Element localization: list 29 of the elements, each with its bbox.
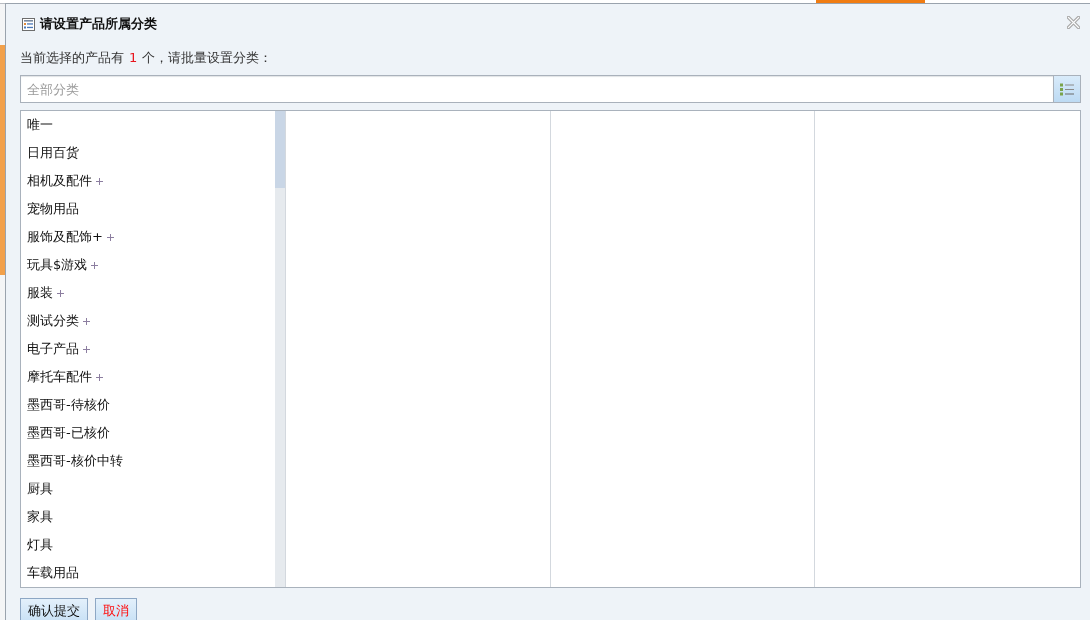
category-item[interactable]: 墨西哥-已核价 bbox=[21, 419, 275, 447]
category-item[interactable]: 灯具 bbox=[21, 531, 275, 559]
close-icon[interactable] bbox=[1067, 16, 1080, 29]
category-item[interactable]: 唯一 bbox=[21, 111, 275, 139]
category-item[interactable]: 玩具$游戏 bbox=[21, 251, 275, 279]
category-item[interactable]: 宠物用品 bbox=[21, 195, 275, 223]
category-item[interactable]: 测试分类 bbox=[21, 307, 275, 335]
submit-button[interactable]: 确认提交 bbox=[20, 598, 88, 620]
category-list-button[interactable] bbox=[1053, 75, 1081, 103]
selected-count: 1 bbox=[129, 50, 138, 66]
dialog-title: 请设置产品所属分类 bbox=[40, 15, 157, 33]
scrollbar[interactable] bbox=[274, 111, 285, 587]
category-item[interactable]: 服饰及配饰+ bbox=[21, 223, 275, 251]
window-icon bbox=[22, 17, 35, 31]
category-item[interactable]: 摩托车配件 bbox=[21, 363, 275, 391]
category-item[interactable]: 日用百货 bbox=[21, 139, 275, 167]
prompt-text: 个，请批量设置分类： bbox=[142, 50, 273, 66]
category-item[interactable]: 家具 bbox=[21, 503, 275, 531]
category-item[interactable]: 电子产品 bbox=[21, 335, 275, 363]
category-item[interactable]: 车载用品 bbox=[21, 559, 275, 587]
category-search-field[interactable]: 全部分类 bbox=[20, 75, 1053, 103]
category-item[interactable]: 服装 bbox=[21, 279, 275, 307]
list-icon bbox=[1060, 82, 1074, 96]
scrollbar-thumb[interactable] bbox=[274, 111, 285, 188]
prompt-text: 当前选择的产品有 bbox=[20, 50, 124, 66]
category-item[interactable]: 墨西哥-待核价 bbox=[21, 391, 275, 419]
category-item[interactable]: 厨具 bbox=[21, 475, 275, 503]
category-item[interactable]: 墨西哥-核价中转 bbox=[21, 447, 275, 475]
category-item[interactable]: 相机及配件 bbox=[21, 167, 275, 195]
